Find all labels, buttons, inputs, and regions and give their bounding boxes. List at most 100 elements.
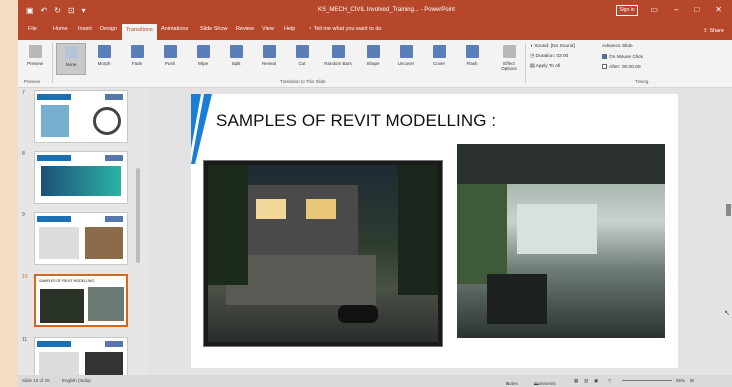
house-render-image[interactable] <box>203 160 443 347</box>
normal-view-icon[interactable]: ▦ <box>574 378 578 384</box>
maximize-icon[interactable]: □ <box>694 5 699 14</box>
slide-thumbnail-10[interactable]: SAMPLES OF REVIT MODELLING <box>34 274 128 327</box>
slide-sorter-icon[interactable]: ▥ <box>584 378 588 384</box>
tab-animations[interactable]: Animations <box>161 26 188 32</box>
advance-slide-label: Advance Slide <box>602 44 633 49</box>
fit-slide-icon[interactable]: ⊞ <box>690 378 694 384</box>
transition-split[interactable]: Split <box>221 43 251 75</box>
transition-wipe[interactable]: Wipe <box>188 43 218 75</box>
zoom-slider[interactable] <box>622 380 672 381</box>
thumbnail-title-bar <box>37 155 71 161</box>
slideshow-icon[interactable]: ▽ <box>608 378 611 384</box>
transition-shape[interactable]: Shape <box>358 43 388 75</box>
transition-push[interactable]: Push <box>155 43 185 75</box>
undo-icon[interactable]: ↶ <box>41 6 48 15</box>
slide-title[interactable]: SAMPLES OF REVIT MODELLING : <box>216 111 496 131</box>
tab-design[interactable]: Design <box>100 26 117 32</box>
transition-label: Wipe <box>197 61 209 66</box>
sign-in-button[interactable]: Sign in <box>616 5 638 16</box>
after-input[interactable]: 00:00.00 <box>622 65 641 70</box>
tab-transitions[interactable]: Transitions <box>122 24 157 40</box>
apply-to-all-button[interactable]: ▤ Apply To All <box>530 64 560 69</box>
lit-window <box>256 199 286 219</box>
transition-random-bars[interactable]: Random Bars <box>320 43 356 75</box>
thumbnail-scrollbar[interactable] <box>136 168 140 263</box>
ribbon-tabs: File Home Insert Design Transitions Anim… <box>18 22 732 40</box>
transition-none[interactable]: None <box>56 43 86 75</box>
sound-option[interactable]: ◖ Sound: [No Sound] <box>530 44 575 49</box>
present-icon[interactable]: ⊡ <box>68 6 75 15</box>
transition-uncover[interactable]: Uncover <box>391 43 421 75</box>
redo-icon[interactable]: ↻ <box>54 6 61 15</box>
flash-icon <box>465 45 479 58</box>
thumbnail-logo <box>105 94 123 100</box>
share-button[interactable]: ⇪ Share <box>703 28 724 34</box>
language-indicator[interactable]: English (India) <box>62 378 91 383</box>
close-icon[interactable]: ✕ <box>715 5 722 14</box>
split-icon <box>229 45 243 58</box>
wipe-icon <box>196 45 210 58</box>
transition-label: Shape <box>366 61 380 66</box>
on-mouse-click-label: On Mouse Click <box>609 54 643 60</box>
slide-thumbnail-8[interactable] <box>34 151 128 204</box>
tab-review[interactable]: Review <box>236 26 254 32</box>
transition-fade[interactable]: Fade <box>122 43 152 75</box>
slide-number: 11 <box>22 337 28 343</box>
duration-label: Duration: <box>535 54 555 59</box>
zoom-level[interactable]: 65% <box>676 378 685 383</box>
tab-insert[interactable]: Insert <box>78 26 92 32</box>
tab-home[interactable]: Home <box>53 26 68 32</box>
slide-number: 8 <box>22 151 25 157</box>
tab-file[interactable]: File <box>28 26 37 32</box>
ceiling <box>457 144 665 184</box>
separator <box>52 43 53 83</box>
preview-button[interactable]: Preview <box>20 43 50 75</box>
editor-scrollbar[interactable] <box>726 204 731 216</box>
house-lower-floor <box>226 255 376 305</box>
fade-icon <box>130 45 144 58</box>
checkbox-icon <box>602 54 607 59</box>
cut-icon <box>295 45 309 58</box>
minimize-icon[interactable]: – <box>674 5 678 14</box>
customize-qa-icon[interactable]: ▾ <box>82 6 86 15</box>
transition-morph[interactable]: Morph <box>89 43 119 75</box>
duration-option[interactable]: ◷ Duration: 02.00 <box>530 54 568 59</box>
on-mouse-click-checkbox[interactable]: On Mouse Click <box>602 54 643 60</box>
tab-help[interactable]: Help <box>284 26 295 32</box>
thumbnail-graphic <box>40 289 84 323</box>
transition-cut[interactable]: Cut <box>287 43 317 75</box>
group-label-preview: Preview <box>24 79 41 84</box>
ribbon-display-icon[interactable]: ▭ <box>650 5 658 14</box>
notes-label: Notes <box>506 381 518 386</box>
tab-view[interactable]: View <box>262 26 274 32</box>
thumbnail-graphic <box>41 105 69 137</box>
thumbnail-title-bar <box>37 341 71 347</box>
reading-view-icon[interactable]: ▣ <box>594 378 598 384</box>
effect-options-button[interactable]: Effect Options <box>496 43 522 75</box>
slide-thumbnail-7[interactable] <box>34 90 128 143</box>
transition-label: Uncover <box>397 61 415 66</box>
tell-me-search[interactable]: ♀ Tell me what you want to do <box>308 26 381 32</box>
transition-reveal[interactable]: Reveal <box>254 43 284 75</box>
transition-cover[interactable]: Cover <box>424 43 454 75</box>
cover-icon <box>432 45 446 58</box>
sound-label: Sound: <box>534 44 550 49</box>
tab-slide-show[interactable]: Slide Show <box>200 26 228 32</box>
share-label: Share <box>709 28 724 34</box>
slide-canvas[interactable]: SAMPLES OF REVIT MODELLING : <box>191 94 678 368</box>
sound-dropdown[interactable]: [No Sound] <box>551 44 575 49</box>
after-checkbox[interactable]: After: 00:00.00 <box>602 64 641 70</box>
window-title: KS_MECH_CIVIL Involved_Training... - Pow… <box>318 7 455 13</box>
thumbnail-title-bar <box>37 216 71 222</box>
duration-input[interactable]: 02.00 <box>556 54 568 59</box>
transition-label: Cut <box>298 61 306 66</box>
slide-thumbnail-9[interactable] <box>34 212 128 265</box>
save-icon[interactable]: ▣ <box>26 6 34 15</box>
separator <box>525 43 526 83</box>
transition-flash[interactable]: Flash <box>457 43 487 75</box>
interior-render-image[interactable] <box>457 144 665 338</box>
mouse-pointer-icon: ↖ <box>724 310 730 317</box>
thumbnail-graphic <box>85 227 123 259</box>
house-render-scene <box>208 165 438 342</box>
slide-editor: SAMPLES OF REVIT MODELLING : ↖ <box>148 88 732 375</box>
